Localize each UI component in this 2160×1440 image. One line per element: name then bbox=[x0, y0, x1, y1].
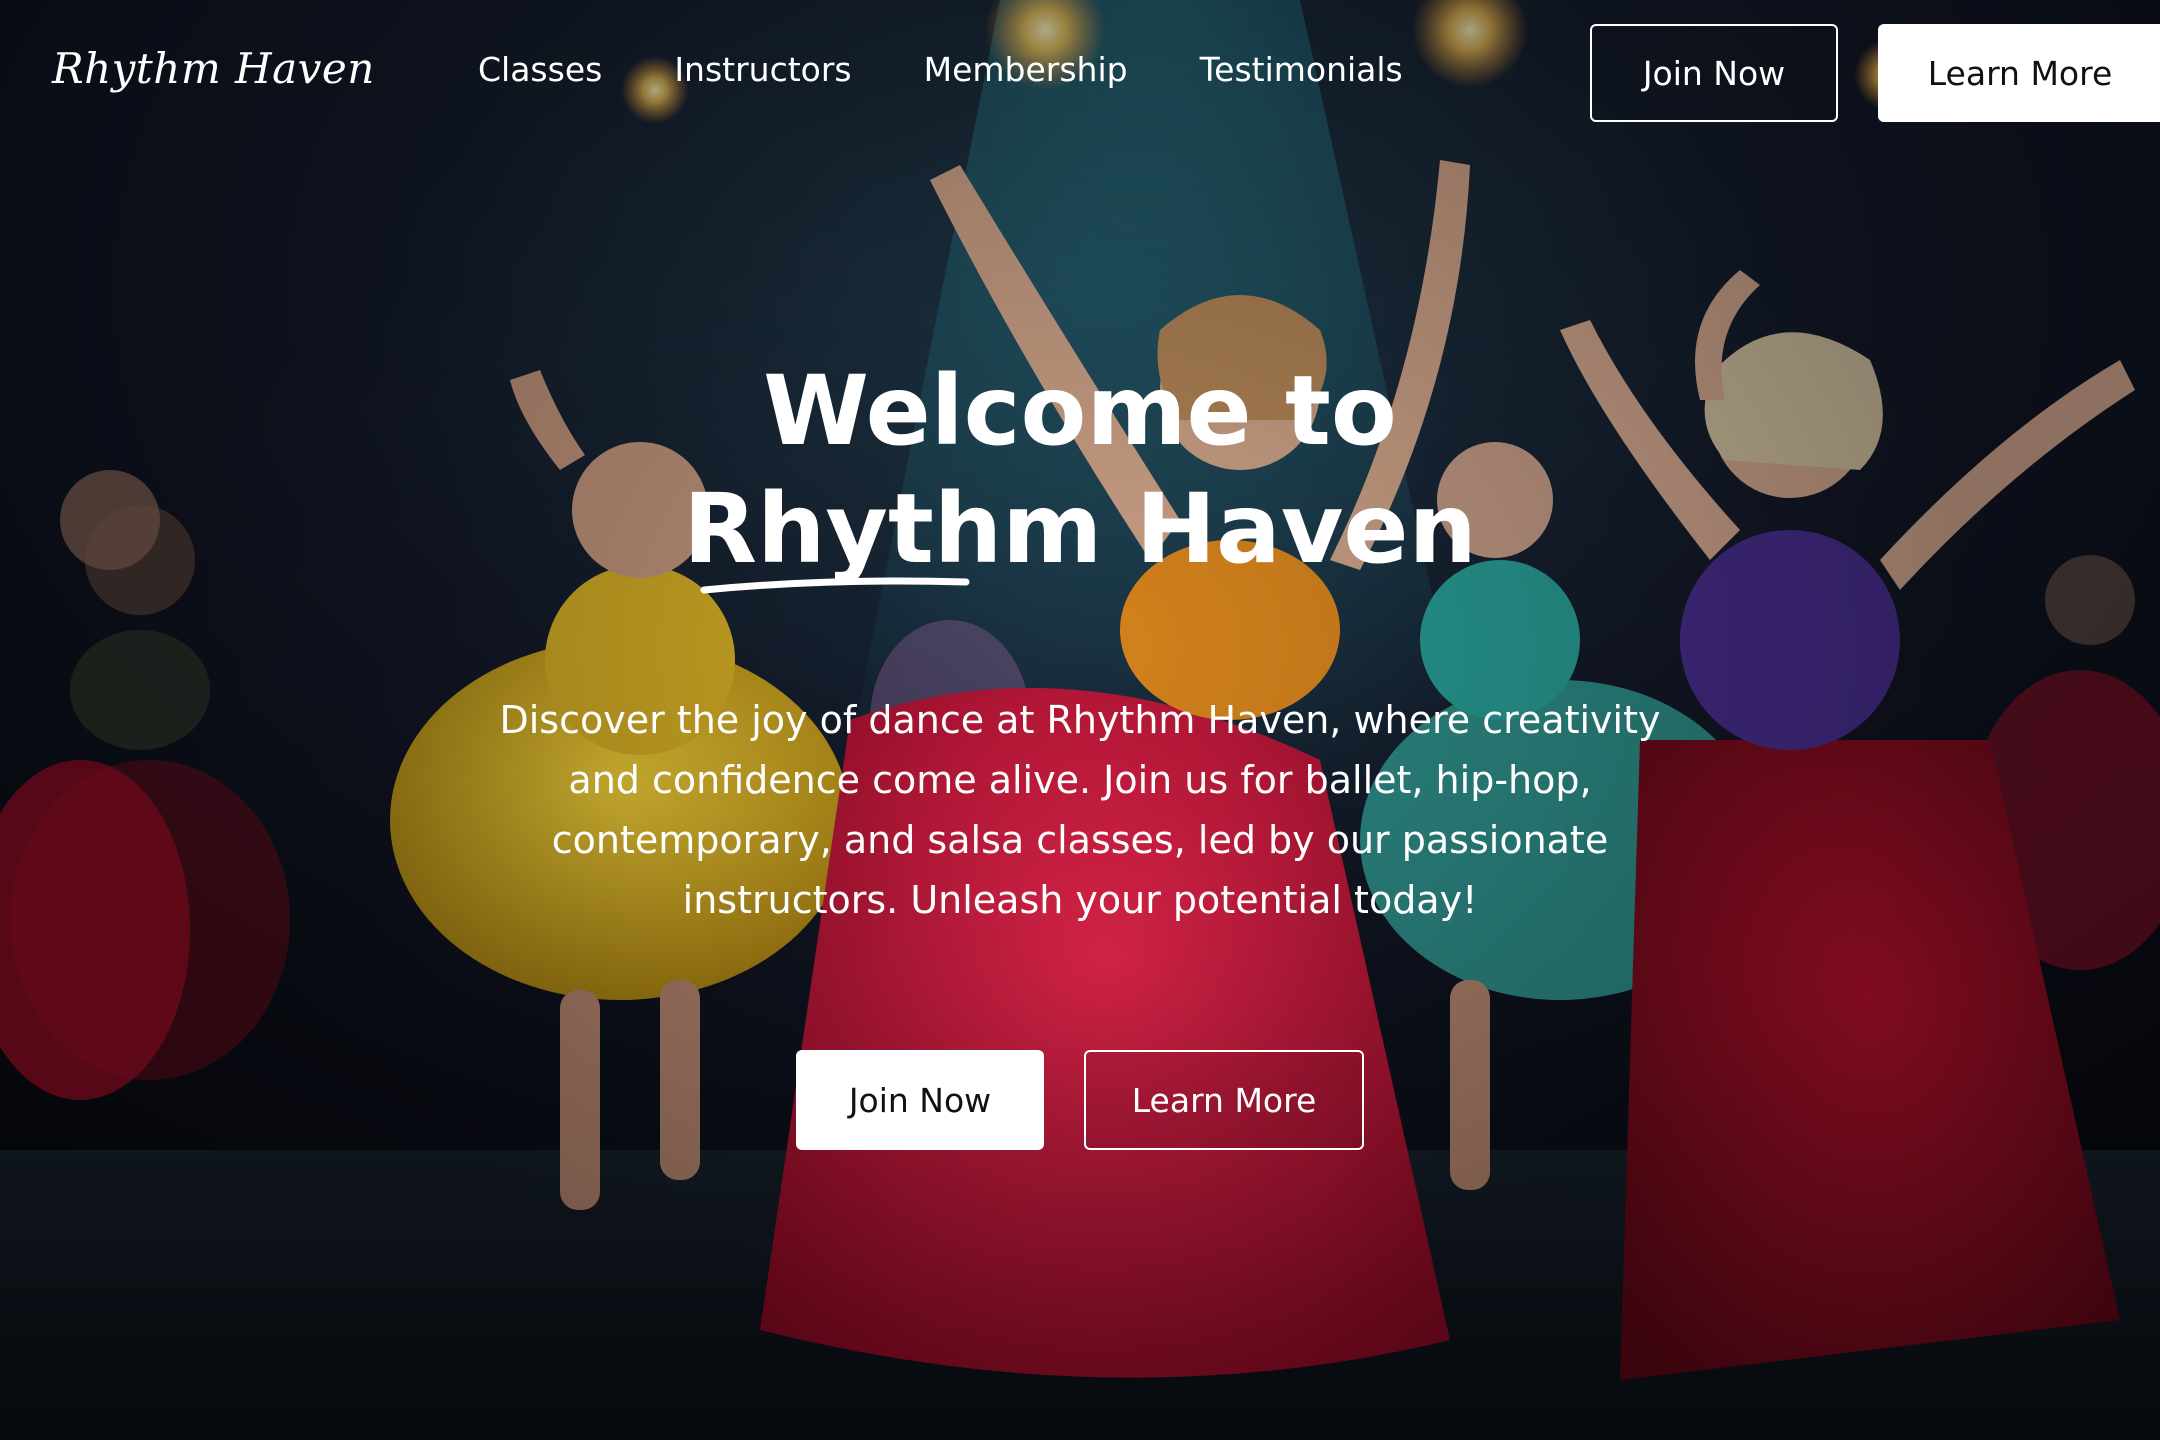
nav-link-classes[interactable]: Classes bbox=[478, 50, 602, 89]
hero-description: Discover the joy of dance at Rhythm Have… bbox=[499, 698, 1661, 922]
hero-join-now-button[interactable]: Join Now bbox=[796, 1050, 1044, 1150]
hero-learn-more-button[interactable]: Learn More bbox=[1084, 1050, 1364, 1150]
nav-learn-more-button[interactable]: Learn More bbox=[1878, 24, 2160, 122]
hero-headline: Welcome to Rhythm Haven bbox=[0, 352, 2160, 588]
headline-line-2: Rhythm Haven bbox=[683, 473, 1477, 585]
hero-section: Rhythm Haven Classes Instructors Members… bbox=[0, 0, 2160, 1440]
nav-link-instructors[interactable]: Instructors bbox=[674, 50, 851, 89]
nav-links: Classes Instructors Membership Testimoni… bbox=[478, 50, 1475, 89]
nav-link-testimonials[interactable]: Testimonials bbox=[1200, 50, 1403, 89]
headline-line-1: Welcome to bbox=[763, 355, 1397, 467]
nav-join-now-button[interactable]: Join Now bbox=[1590, 24, 1838, 122]
top-navbar: Rhythm Haven Classes Instructors Members… bbox=[0, 0, 2160, 150]
brand-logo[interactable]: Rhythm Haven bbox=[52, 44, 375, 93]
headline-underline-decoration bbox=[700, 577, 970, 594]
nav-link-membership[interactable]: Membership bbox=[924, 50, 1128, 89]
